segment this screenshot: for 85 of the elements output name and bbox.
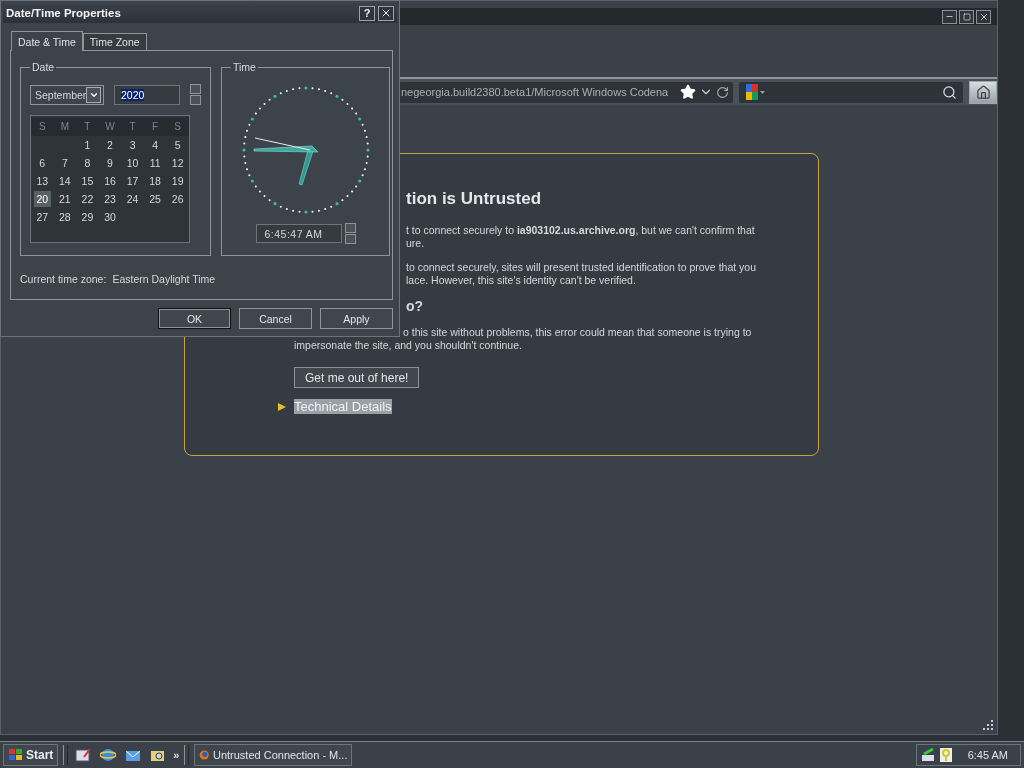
calendar-day[interactable]: 4	[143, 136, 167, 154]
time-zone-value: Eastern Daylight Time	[112, 273, 216, 285]
search-icon[interactable]	[942, 84, 958, 100]
calendar-day[interactable]: 16	[98, 172, 122, 190]
more-button[interactable]: »	[173, 749, 180, 761]
error-subheading: o?	[406, 298, 425, 314]
calendar-day[interactable]: 25	[143, 190, 167, 208]
weekday-label: W	[98, 118, 122, 136]
weekday-label: S	[166, 118, 189, 136]
home-icon	[975, 84, 991, 100]
calendar-day[interactable]: 2	[98, 136, 122, 154]
time-zone-label: Current time zone:	[20, 273, 107, 285]
calendar-day[interactable]: 1	[76, 136, 99, 154]
address-field[interactable]: negeorgia.build2380.beta1/Microsoft Windows Codena	[399, 81, 733, 103]
maximize-button[interactable]	[959, 9, 974, 24]
dialog-button[interactable]: Apply	[320, 308, 393, 329]
calendar-day[interactable]: 29	[76, 208, 99, 226]
error-text: t to connect securely to ia903102.us.archive.org, but we can't confirm that ure.	[406, 224, 756, 250]
weekday-label: S	[31, 118, 54, 136]
group-label: Date	[31, 61, 56, 73]
start-button[interactable]: Start	[3, 744, 59, 766]
calendar-day[interactable]: 22	[76, 190, 99, 208]
close-icon	[380, 7, 392, 19]
calendar-day[interactable]: 13	[31, 172, 54, 190]
weekday-label: M	[53, 118, 77, 136]
windows-flag-icon	[8, 748, 24, 762]
get-out-button[interactable]: Get me out of here!	[294, 367, 420, 388]
calendar-day[interactable]: 28	[53, 208, 77, 226]
time-field[interactable]: 6:45:47 AM	[255, 224, 342, 243]
calendar-day[interactable]: 7	[53, 154, 77, 172]
calendar-day[interactable]: 24	[121, 190, 144, 208]
expand-arrow-icon[interactable]	[277, 401, 287, 412]
year-field[interactable]: 2020	[114, 84, 180, 105]
star-icon[interactable]	[679, 84, 696, 100]
weekday-label: T	[121, 118, 144, 136]
network-icon[interactable]	[921, 747, 937, 763]
calendar-day[interactable]: 3	[121, 136, 144, 154]
calendar-day[interactable]: 21	[53, 190, 77, 208]
close-icon	[978, 11, 989, 22]
search-field[interactable]	[738, 81, 964, 103]
maximize-icon	[962, 12, 971, 21]
error-text: impersonate the site, and you shouldn't continue.	[294, 339, 523, 352]
close-button[interactable]	[976, 9, 991, 24]
dialog-title: Date/Time Properties	[6, 7, 121, 19]
taskbar-task[interactable]: Untrusted Connection - M...	[194, 744, 353, 766]
clock: 6:45 AM	[967, 749, 1008, 761]
calendar-day[interactable]: 19	[166, 172, 189, 190]
tab[interactable]: Date & Time	[11, 31, 83, 51]
reload-icon[interactable]	[715, 85, 729, 99]
calendar-day[interactable]: 23	[98, 190, 122, 208]
search-engine-icon	[744, 83, 767, 101]
calendar-day[interactable]: 14	[53, 172, 77, 190]
calendar-day[interactable]: 8	[76, 154, 99, 172]
error-text: to connect securely, sites will present trusted identification to prove that you lace. However, this site's identity can't be verified.	[406, 261, 757, 287]
calendar-day[interactable]: 20	[34, 191, 51, 207]
time-spinner[interactable]	[344, 223, 356, 244]
close-button[interactable]	[378, 5, 394, 21]
group-label: Time	[232, 61, 257, 73]
calendar-day[interactable]: 17	[121, 172, 144, 190]
weekday-label: F	[143, 118, 167, 136]
year-spinner[interactable]	[190, 84, 201, 105]
dialog-button[interactable]: OK	[158, 308, 231, 329]
key-icon[interactable]	[939, 747, 953, 763]
dialog-button[interactable]: Cancel	[239, 308, 312, 329]
calendar-day[interactable]: 15	[76, 172, 99, 190]
calendar-day[interactable]: 10	[121, 154, 144, 172]
error-title: tion is Untrusted	[406, 189, 543, 209]
calendar-day[interactable]: 26	[166, 190, 189, 208]
browser-icon	[199, 747, 210, 763]
error-text: o this site without problems, this error could mean that someone is trying to	[403, 326, 753, 339]
calendar-day[interactable]: 30	[98, 208, 122, 226]
calendar-day[interactable]: 12	[166, 154, 189, 172]
home-button[interactable]	[969, 80, 997, 104]
calendar-day[interactable]: 11	[143, 154, 167, 172]
minimize-button[interactable]	[942, 9, 957, 24]
calendar-day[interactable]: 5	[166, 136, 189, 154]
month-dropdown[interactable]: September	[30, 84, 104, 105]
calendar-day[interactable]: 27	[31, 208, 54, 226]
calendar-day[interactable]: 9	[98, 154, 122, 172]
resize-grip-icon[interactable]	[982, 719, 993, 730]
calendar-day[interactable]: 6	[31, 154, 54, 172]
calendar-day[interactable]: 18	[143, 172, 167, 190]
tab[interactable]: Time Zone	[82, 33, 147, 50]
weekday-label: T	[76, 118, 99, 136]
help-button[interactable]: ?	[359, 5, 375, 21]
